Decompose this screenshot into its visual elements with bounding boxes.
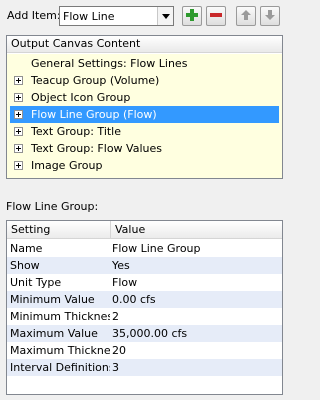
chevron-down-icon[interactable] xyxy=(157,7,173,25)
tree-item-label: Image Group xyxy=(31,159,103,172)
move-down-button[interactable] xyxy=(260,6,280,26)
expand-plus-icon[interactable] xyxy=(14,144,23,153)
setting-cell: Minimum Value xyxy=(10,293,95,306)
tree-item-label: Text Group: Title xyxy=(31,125,122,138)
tree-item-object-icon-group[interactable]: Object Icon Group xyxy=(10,89,279,106)
tree-item-general-settings[interactable]: General Settings: Flow Lines xyxy=(10,55,279,72)
arrow-up-icon xyxy=(240,9,252,24)
table-row[interactable]: Minimum Value 0.00 cfs xyxy=(7,291,282,308)
minus-icon xyxy=(210,9,222,24)
grid-header: Setting Value xyxy=(7,221,282,239)
properties-grid[interactable]: Setting Value Name Flow Line Group Show … xyxy=(6,220,283,395)
tree-item-text-group-title[interactable]: Text Group: Title xyxy=(10,123,279,140)
add-item-dropdown[interactable]: Flow Line xyxy=(59,6,174,26)
plus-icon xyxy=(186,8,198,24)
tree-item-text-group-flow-values[interactable]: Text Group: Flow Values xyxy=(10,140,279,157)
tree-item-label: Teacup Group (Volume) xyxy=(31,74,160,87)
arrow-down-icon xyxy=(264,9,276,24)
value-cell[interactable]: 20 xyxy=(112,342,126,359)
properties-title: Flow Line Group: xyxy=(6,200,99,213)
add-item-button[interactable] xyxy=(182,6,202,26)
tree-list: General Settings: Flow Lines Teacup Grou… xyxy=(7,54,282,178)
value-cell[interactable]: 3 xyxy=(112,359,119,376)
add-item-selected-value: Flow Line xyxy=(63,9,115,23)
table-row[interactable]: Name Flow Line Group xyxy=(7,240,282,257)
column-header-setting[interactable]: Setting xyxy=(7,221,111,239)
table-row[interactable]: Maximum Thickness 20 xyxy=(7,342,282,359)
tree-item-label: General Settings: Flow Lines xyxy=(31,57,188,70)
setting-cell: Name xyxy=(10,242,43,255)
setting-cell: Minimum Thickness xyxy=(10,310,110,323)
table-row[interactable]: Interval Definitions 3 xyxy=(7,359,282,376)
move-up-button[interactable] xyxy=(236,6,256,26)
setting-cell: Interval Definitions xyxy=(10,361,110,374)
tree-item-label: Text Group: Flow Values xyxy=(31,142,162,155)
expand-plus-icon[interactable] xyxy=(14,110,23,119)
expand-plus-icon[interactable] xyxy=(14,127,23,136)
column-header-value[interactable]: Value xyxy=(111,221,282,239)
value-cell[interactable]: 0.00 cfs xyxy=(112,291,156,308)
value-cell[interactable]: Flow xyxy=(112,274,137,291)
setting-cell: Maximum Thickness xyxy=(10,344,110,357)
setting-cell: Unit Type xyxy=(10,276,62,289)
tree-item-flow-line-group[interactable]: Flow Line Group (Flow) xyxy=(10,106,279,123)
tree-header: Output Canvas Content xyxy=(7,36,282,53)
setting-cell: Maximum Value xyxy=(10,327,98,340)
table-row[interactable]: Maximum Value 35,000.00 cfs xyxy=(7,325,282,342)
add-item-label: Add Item: xyxy=(7,9,61,22)
tree-item-teacup-group[interactable]: Teacup Group (Volume) xyxy=(10,72,279,89)
grid-body: Name Flow Line Group Show Yes Unit Type … xyxy=(7,240,282,376)
remove-item-button[interactable] xyxy=(206,6,226,26)
value-cell[interactable]: Flow Line Group xyxy=(112,240,201,257)
expand-plus-icon[interactable] xyxy=(14,93,23,102)
table-row[interactable]: Minimum Thickness 2 xyxy=(7,308,282,325)
value-cell[interactable]: Yes xyxy=(112,257,130,274)
setting-cell: Show xyxy=(10,259,40,272)
tree-item-label: Flow Line Group (Flow) xyxy=(29,106,159,123)
output-canvas-tree[interactable]: Output Canvas Content General Settings: … xyxy=(6,35,283,179)
tree-item-image-group[interactable]: Image Group xyxy=(10,157,279,174)
expand-plus-icon[interactable] xyxy=(14,161,23,170)
table-row[interactable]: Unit Type Flow xyxy=(7,274,282,291)
value-cell[interactable]: 35,000.00 cfs xyxy=(112,325,187,342)
table-row[interactable]: Show Yes xyxy=(7,257,282,274)
expand-plus-icon[interactable] xyxy=(14,76,23,85)
tree-item-label: Object Icon Group xyxy=(31,91,131,104)
value-cell[interactable]: 2 xyxy=(112,308,119,325)
